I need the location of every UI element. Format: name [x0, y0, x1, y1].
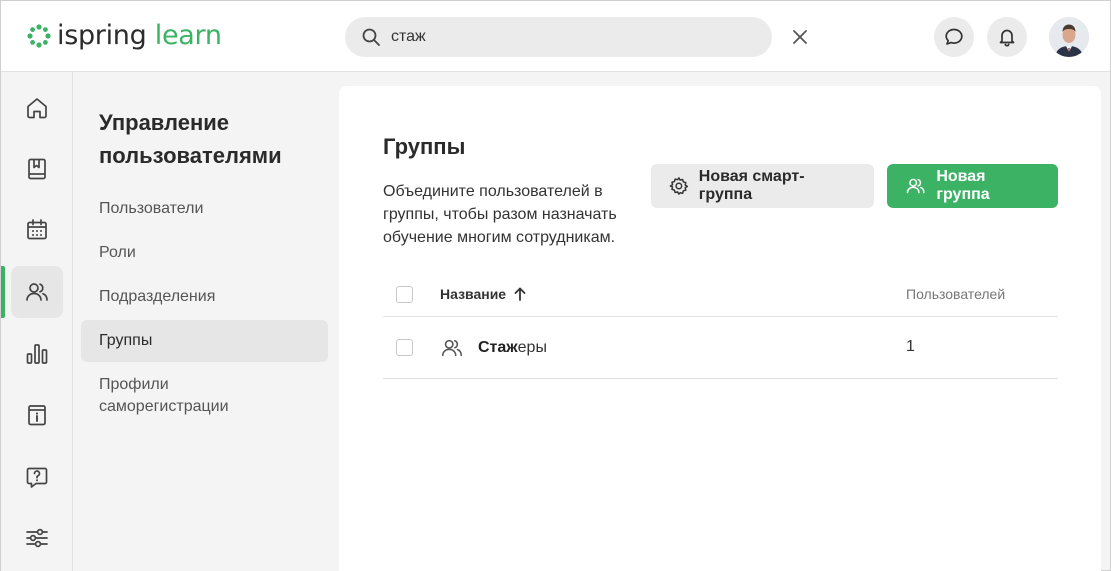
book-icon [28, 158, 46, 180]
groups-table: Название Пользователей Стажеры 1 [383, 272, 1058, 379]
subnav-item-roles[interactable]: Роли [81, 242, 328, 264]
user-photo-icon [1049, 17, 1089, 57]
sort-arrow-up-icon [514, 287, 526, 301]
rail-item-reports[interactable] [11, 328, 63, 380]
subnav-item-label: Роли [99, 244, 136, 261]
column-header-name[interactable]: Название [440, 286, 526, 302]
logo-text-learn: learn [154, 20, 222, 51]
page-description: Объедините пользователей в группы, чтобы… [383, 183, 617, 246]
logo-mark-icon [27, 24, 51, 48]
bell-icon [999, 29, 1015, 47]
chat-bubble-icon [945, 28, 963, 45]
users-icon [26, 283, 48, 301]
rail-item-help[interactable] [11, 451, 63, 503]
rail-item-home[interactable] [11, 82, 63, 134]
close-icon [793, 30, 807, 44]
new-smart-group-label: Новая смарт-группа [698, 168, 805, 203]
group-name: Стажеры [478, 339, 547, 357]
user-management-nav: Управление пользователями Пользователи Р… [73, 72, 339, 571]
select-all-checkbox[interactable] [396, 286, 413, 303]
subnav-item-label: Пользователи [99, 200, 204, 217]
calendar-icon [27, 219, 47, 240]
new-group-button[interactable]: Новая группа [887, 164, 1058, 208]
app-logo[interactable]: ispring learn [27, 21, 222, 51]
logo-text: ispring learn [57, 21, 222, 51]
logo-text-ispring: ispring [57, 20, 147, 51]
group-name-cell[interactable]: Стажеры [440, 336, 547, 360]
rail-item-calendar[interactable] [11, 204, 63, 256]
rail-item-courses[interactable] [11, 143, 63, 195]
search-box[interactable] [345, 17, 772, 57]
subnav-item-label: Подразделения [99, 288, 216, 305]
table-header: Название Пользователей [383, 272, 1058, 317]
column-header-name-label: Название [440, 286, 507, 302]
subnav-item-departments[interactable]: Подразделения [81, 286, 328, 308]
groups-panel: Группы Объедините пользователей в группы… [339, 86, 1101, 571]
page-title: Группы [383, 134, 466, 159]
table-row[interactable]: Стажеры 1 [383, 317, 1058, 379]
subnav-item-groups[interactable]: Группы [81, 320, 328, 362]
new-group-label: Новая группа [936, 168, 990, 203]
info-icon [28, 405, 46, 426]
settings-sliders-icon [26, 528, 48, 548]
chat-button[interactable] [934, 17, 974, 57]
clear-search-button[interactable] [788, 25, 812, 49]
search-icon [362, 28, 380, 46]
active-indicator [1, 266, 5, 318]
home-icon [27, 98, 47, 119]
subnav-item-label: Группы [99, 332, 153, 349]
help-icon [26, 467, 48, 488]
top-bar: ispring learn [1, 1, 1110, 72]
bar-chart-icon [26, 344, 48, 364]
rail-item-settings[interactable] [11, 512, 63, 564]
search-input[interactable] [391, 28, 751, 46]
subnav-item-label: Профили саморегистрации [99, 376, 229, 415]
subnav-item-self-registration-profiles[interactable]: Профили саморегистрации [81, 374, 281, 418]
rail-item-info[interactable] [11, 389, 63, 441]
users-icon [906, 178, 925, 194]
group-name-rest: еры [517, 339, 547, 356]
group-icon [441, 339, 463, 357]
group-users-count: 1 [906, 338, 915, 355]
user-avatar[interactable] [1049, 17, 1089, 57]
section-title: Управление пользователями [99, 110, 282, 168]
gear-icon [669, 177, 689, 195]
new-smart-group-button[interactable]: Новая смарт-группа [651, 164, 874, 208]
subnav-item-users[interactable]: Пользователи [81, 198, 328, 220]
group-name-match: Стаж [478, 339, 518, 356]
column-header-users[interactable]: Пользователей [906, 286, 1005, 302]
rail-item-users[interactable] [11, 266, 63, 318]
icon-rail [1, 72, 73, 571]
row-checkbox[interactable] [396, 339, 413, 356]
notifications-button[interactable] [987, 17, 1027, 57]
